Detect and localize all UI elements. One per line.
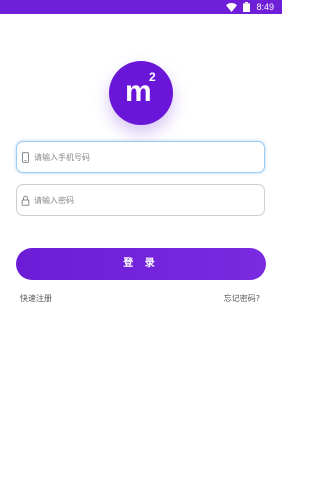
- phone-icon: [22, 151, 29, 163]
- app-logo: m 2: [109, 61, 173, 125]
- login-button[interactable]: 登 录: [16, 248, 266, 280]
- password-field[interactable]: [16, 184, 265, 216]
- status-time: 8:49: [256, 2, 274, 12]
- lock-icon: [21, 195, 30, 206]
- status-indicators: 8:49: [226, 1, 274, 13]
- wifi-icon: [226, 2, 238, 12]
- phone-field[interactable]: [16, 141, 265, 173]
- password-input[interactable]: [34, 195, 254, 205]
- quick-register-link[interactable]: 快速注册: [20, 293, 52, 304]
- status-bar: 8:49: [0, 0, 282, 14]
- phone-input[interactable]: [34, 152, 254, 162]
- logo-letter: m: [125, 75, 152, 108]
- logo-superscript: 2: [149, 70, 156, 84]
- forgot-password-link[interactable]: 忘记密码?: [224, 293, 260, 304]
- battery-icon: [243, 2, 251, 12]
